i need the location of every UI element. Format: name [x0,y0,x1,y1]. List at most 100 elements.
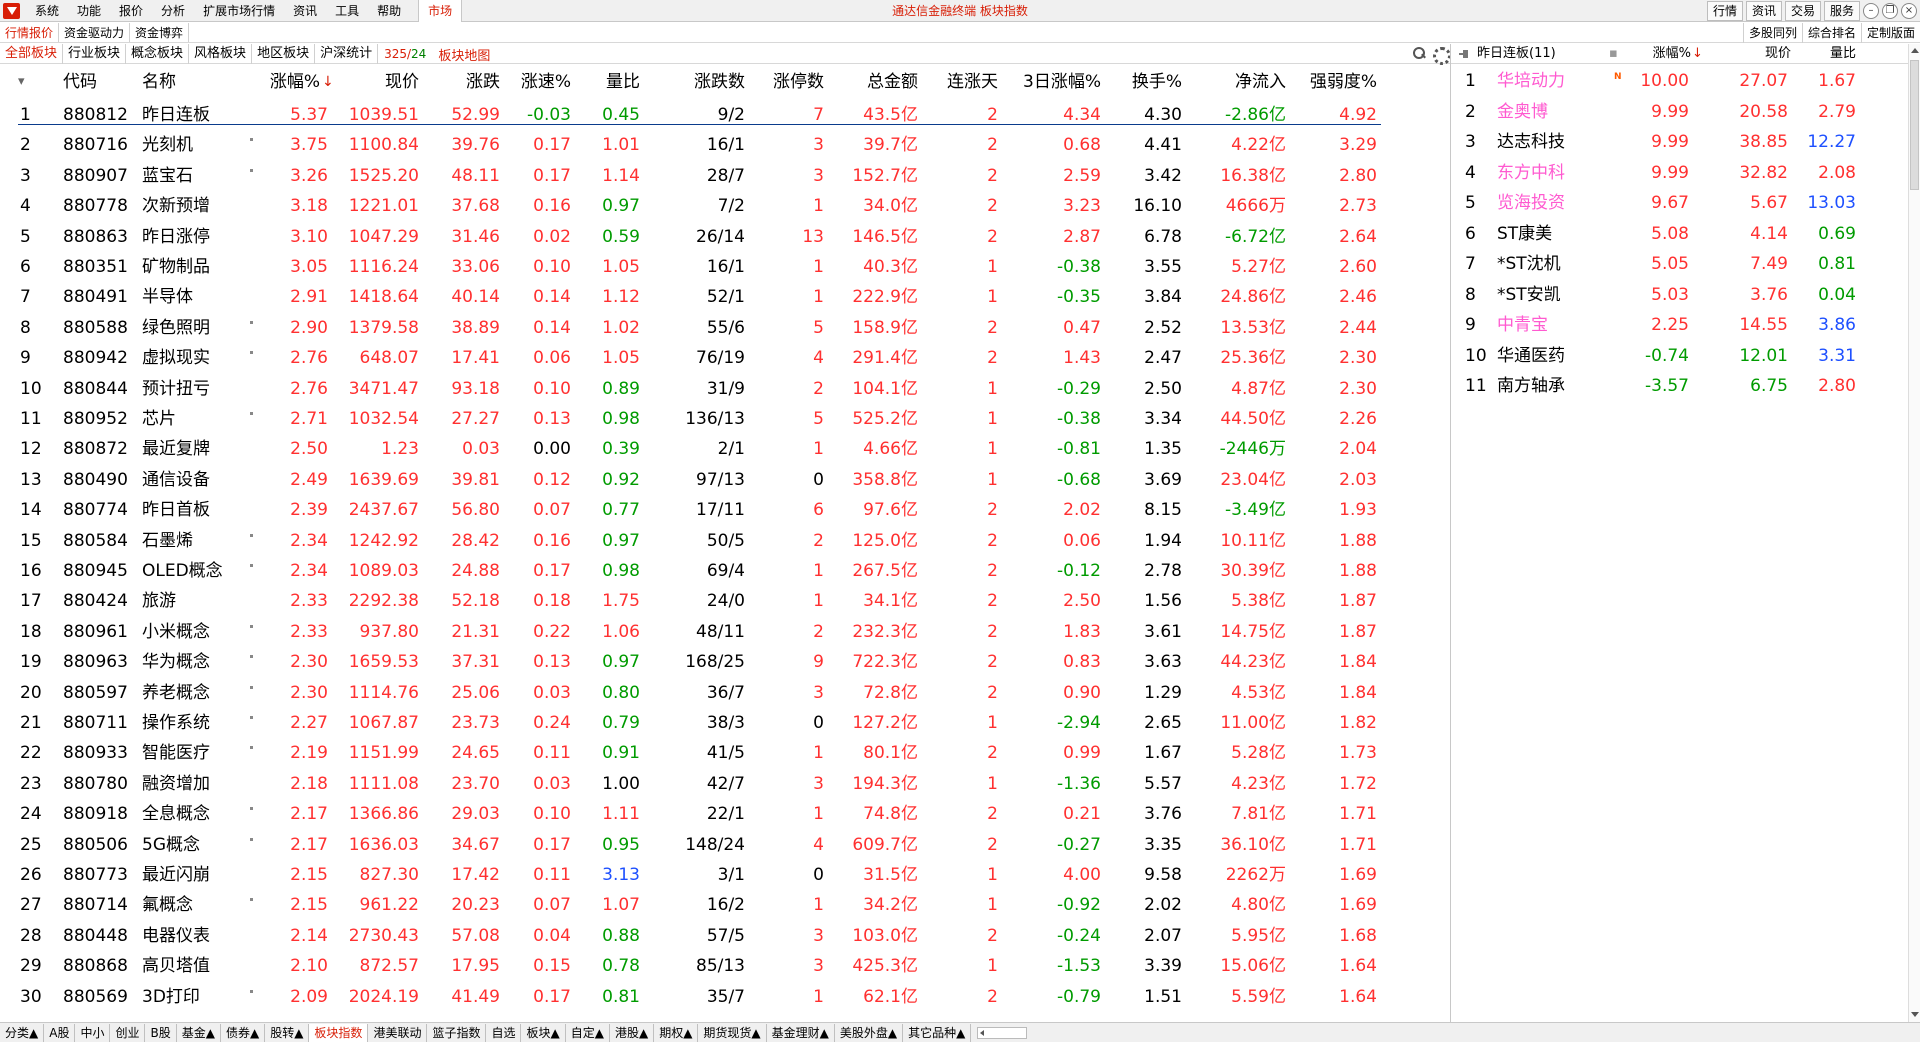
scroll-down-icon[interactable] [1910,1010,1920,1020]
bottom-tab-15[interactable]: 期权▲ [654,1023,699,1042]
top-button-3[interactable]: 服务 [1823,1,1860,21]
minimize-icon[interactable]: – [1863,3,1879,19]
table-row[interactable]: 22 880933 智能医疗 2.19 1151.99 24.65 0.11 0.91 41/5… [0,738,1400,768]
table-row[interactable]: 21 880711 操作系统 2.27 1067.87 23.73 0.24 0.79 38/3… [0,708,1400,738]
bottom-tab-5[interactable]: 基金▲ [177,1023,221,1042]
bottom-tab-18[interactable]: 美股外盘▲ [835,1023,904,1042]
close-icon[interactable]: × [1901,3,1917,19]
constituent-row[interactable]: 10 华通医药 -0.74 12.01 3.31 [1451,341,1901,371]
table-row[interactable]: 2 880716 光刻机 3.75 1100.84 39.76 0.17 1.01 16/1 3 3… [0,130,1400,160]
scroll-up-icon[interactable] [1910,46,1920,56]
bottom-tab-17[interactable]: 基金理财▲ [767,1023,835,1042]
horizontal-scroll-icon[interactable] [977,1026,1028,1039]
menu-item-5[interactable]: 资讯 [284,0,326,22]
table-row[interactable]: 9 880942 虚拟现实 2.76 648.07 17.41 0.06 1.05 76/19 4… [0,343,1400,373]
table-row[interactable]: 16 880945 OLED概念 2.34 1089.03 24.88 0.17 0.98 69… [0,556,1400,586]
bottom-tab-2[interactable]: 中小 [75,1023,111,1042]
table-row[interactable]: 24 880918 全息概念 2.17 1366.86 29.03 0.10 1.11 22/1… [0,799,1400,829]
constituent-row[interactable]: 6 ST康美 5.08 4.14 0.69 [1451,219,1901,249]
view-tab-2[interactable]: 资金博弈 [130,23,190,42]
top-button-0[interactable]: 行情 [1706,1,1743,21]
bottom-tab-10[interactable]: 篮子指数 [427,1023,487,1042]
sector-tab-1[interactable]: 行业板块 [63,44,127,64]
constituent-row[interactable]: 1 华培动力 10.00 27.07 1.67 N [1451,66,1901,96]
top-button-2[interactable]: 交易 [1784,1,1821,21]
table-row[interactable]: 18 880961 小米概念 2.33 937.80 21.31 0.22 1.06 48/11… [0,617,1400,647]
menu-item-4[interactable]: 扩展市场行情 [194,0,284,22]
bottom-tab-8[interactable]: 板块指数 [309,1023,369,1042]
market-tab[interactable]: 市场 [418,0,463,22]
bottom-tab-13[interactable]: 自定▲ [566,1023,610,1042]
table-row[interactable]: 23 880780 融资增加 2.18 1111.08 23.70 0.03 1.00 42/7… [0,769,1400,799]
layout-tab-1[interactable]: 综合排名 [1801,23,1861,43]
menu-item-2[interactable]: 报价 [110,0,152,22]
table-row[interactable]: 28 880448 电器仪表 2.14 2730.43 57.08 0.04 0.88 57/5… [0,921,1400,951]
layout-tab-2[interactable]: 定制版面 [1860,23,1920,43]
table-row[interactable]: 3 880907 蓝宝石 3.26 1525.20 48.11 0.17 1.14 28/7 3 1… [0,161,1400,191]
column-header-12[interactable]: 换手% [1062,65,1182,99]
column-header-0[interactable]: 代码 [63,65,97,99]
vertical-scrollbar[interactable] [1908,44,1920,1022]
bottom-tab-12[interactable]: 板块▲ [521,1023,566,1042]
table-row[interactable]: 11 880952 芯片 2.71 1032.54 27.27 0.13 0.98 136/13… [0,404,1400,434]
scroll-thumb[interactable] [1910,60,1919,190]
table-row[interactable]: 13 880490 通信设备 2.49 1639.69 39.81 0.12 0.92 97/1… [0,465,1400,495]
pin-icon[interactable] [1459,50,1469,58]
table-row[interactable]: 14 880774 昨日首板 2.39 2437.67 56.80 0.07 0.77 17/1… [0,495,1400,525]
table-row[interactable]: 29 880868 高贝塔值 2.10 872.57 17.95 0.15 0.78 85/13… [0,951,1400,981]
table-row[interactable]: 1 880812 昨日连板 5.37 1039.51 52.99 -0.03 0.45 9/2 7… [0,100,1400,130]
sector-map-link[interactable]: 板块地图 [432,45,496,64]
constituent-row[interactable]: 2 金奥博 9.99 20.58 2.79 [1451,97,1901,127]
bottom-tab-4[interactable]: B股 [145,1023,177,1042]
column-header-14[interactable]: 强弱度% [1257,65,1377,99]
table-row[interactable]: 20 880597 养老概念 2.30 1114.76 25.06 0.03 0.80 36/7… [0,678,1400,708]
sector-tab-2[interactable]: 概念板块 [126,44,190,64]
constituent-row[interactable]: 7 *ST沈机 5.05 7.49 0.81 [1451,249,1901,279]
table-row[interactable]: 12 880872 最近复牌 2.50 1.23 0.03 0.00 0.39 2/1 1 4.66… [0,434,1400,464]
column-header-6[interactable]: 量比 [520,65,640,99]
gear-icon[interactable] [1432,46,1451,65]
sector-tab-3[interactable]: 风格板块 [189,44,253,64]
bottom-tab-14[interactable]: 港股▲ [610,1023,655,1042]
menu-item-7[interactable]: 帮助 [368,0,410,22]
menu-item-0[interactable]: 系统 [26,0,68,22]
table-row[interactable]: 25 880506 5G概念 2.17 1636.03 34.67 0.17 0.95 148/… [0,830,1400,860]
sector-tab-5[interactable]: 沪深统计 [315,44,379,64]
bottom-tab-3[interactable]: 创业 [110,1023,146,1042]
constituent-row[interactable]: 11 南方轴承 -3.57 6.75 2.80 [1451,371,1901,401]
column-header-10[interactable]: 连涨天 [878,65,998,99]
bottom-tab-1[interactable]: A股 [44,1023,76,1042]
bottom-tab-9[interactable]: 港美联动 [368,1023,428,1042]
table-row[interactable]: 6 880351 矿物制品 3.05 1116.24 33.06 0.10 1.05 16/1 1… [0,252,1400,282]
table-row[interactable]: 26 880773 最近闪崩 2.15 827.30 17.42 0.11 3.13 3/1 0 3… [0,860,1400,890]
sector-tab-0[interactable]: 全部板块 [0,44,64,64]
constituent-row[interactable]: 8 *ST安凯 5.03 3.76 0.04 [1451,280,1901,310]
table-row[interactable]: 15 880584 石墨烯 2.34 1242.92 28.42 0.16 0.97 50/5 2… [0,526,1400,556]
constituent-row[interactable]: 5 览海投资 9.67 5.67 13.03 [1451,188,1901,218]
menu-item-3[interactable]: 分析 [152,0,194,22]
table-row[interactable]: 10 880844 预计扭亏 2.76 3471.47 93.18 0.10 0.89 31/9… [0,374,1400,404]
view-tab-1[interactable]: 资金驱动力 [59,23,131,42]
table-row[interactable]: 17 880424 旅游 2.33 2292.38 52.18 0.18 1.75 24/0 1 3… [0,586,1400,616]
menu-item-6[interactable]: 工具 [326,0,368,22]
table-row[interactable]: 7 880491 半导体 2.91 1418.64 40.14 0.14 1.12 52/1 1 2… [0,282,1400,312]
bottom-tab-19[interactable]: 其它品种▲ [903,1023,972,1042]
constituent-row[interactable]: 9 中青宝 2.25 14.55 3.86 [1451,310,1901,340]
bottom-tab-6[interactable]: 债券▲ [221,1023,266,1042]
bottom-tab-7[interactable]: 股转▲ [265,1023,310,1042]
sector-tab-4[interactable]: 地区板块 [252,44,316,64]
view-tab-0[interactable]: 行情报价 [0,23,60,42]
restore-icon[interactable]: ❐ [1882,3,1898,19]
sort-menu-icon[interactable]: ▾ [18,65,25,99]
bottom-tab-11[interactable]: 自选 [486,1023,522,1042]
search-icon[interactable] [1412,46,1426,60]
app-logo-icon[interactable] [3,3,20,19]
top-button-1[interactable]: 资讯 [1745,1,1782,21]
table-row[interactable]: 8 880588 绿色照明 2.90 1379.58 38.89 0.14 1.02 55/6 5… [0,313,1400,343]
bottom-tab-0[interactable]: 分类▲ [0,1023,45,1042]
table-row[interactable]: 19 880963 华为概念 2.30 1659.53 37.31 0.13 0.97 168/… [0,647,1400,677]
table-row[interactable]: 30 880569 3D打印 2.09 2024.19 41.49 0.17 0.81 35/7… [0,982,1400,1012]
column-header-1[interactable]: 名称 [142,65,176,99]
table-row[interactable]: 4 880778 次新预增 3.18 1221.01 37.68 0.16 0.97 7/2 1 3… [0,191,1400,221]
table-row[interactable]: 27 880714 氟概念 2.15 961.22 20.23 0.07 1.07 16/2 1 3… [0,890,1400,920]
